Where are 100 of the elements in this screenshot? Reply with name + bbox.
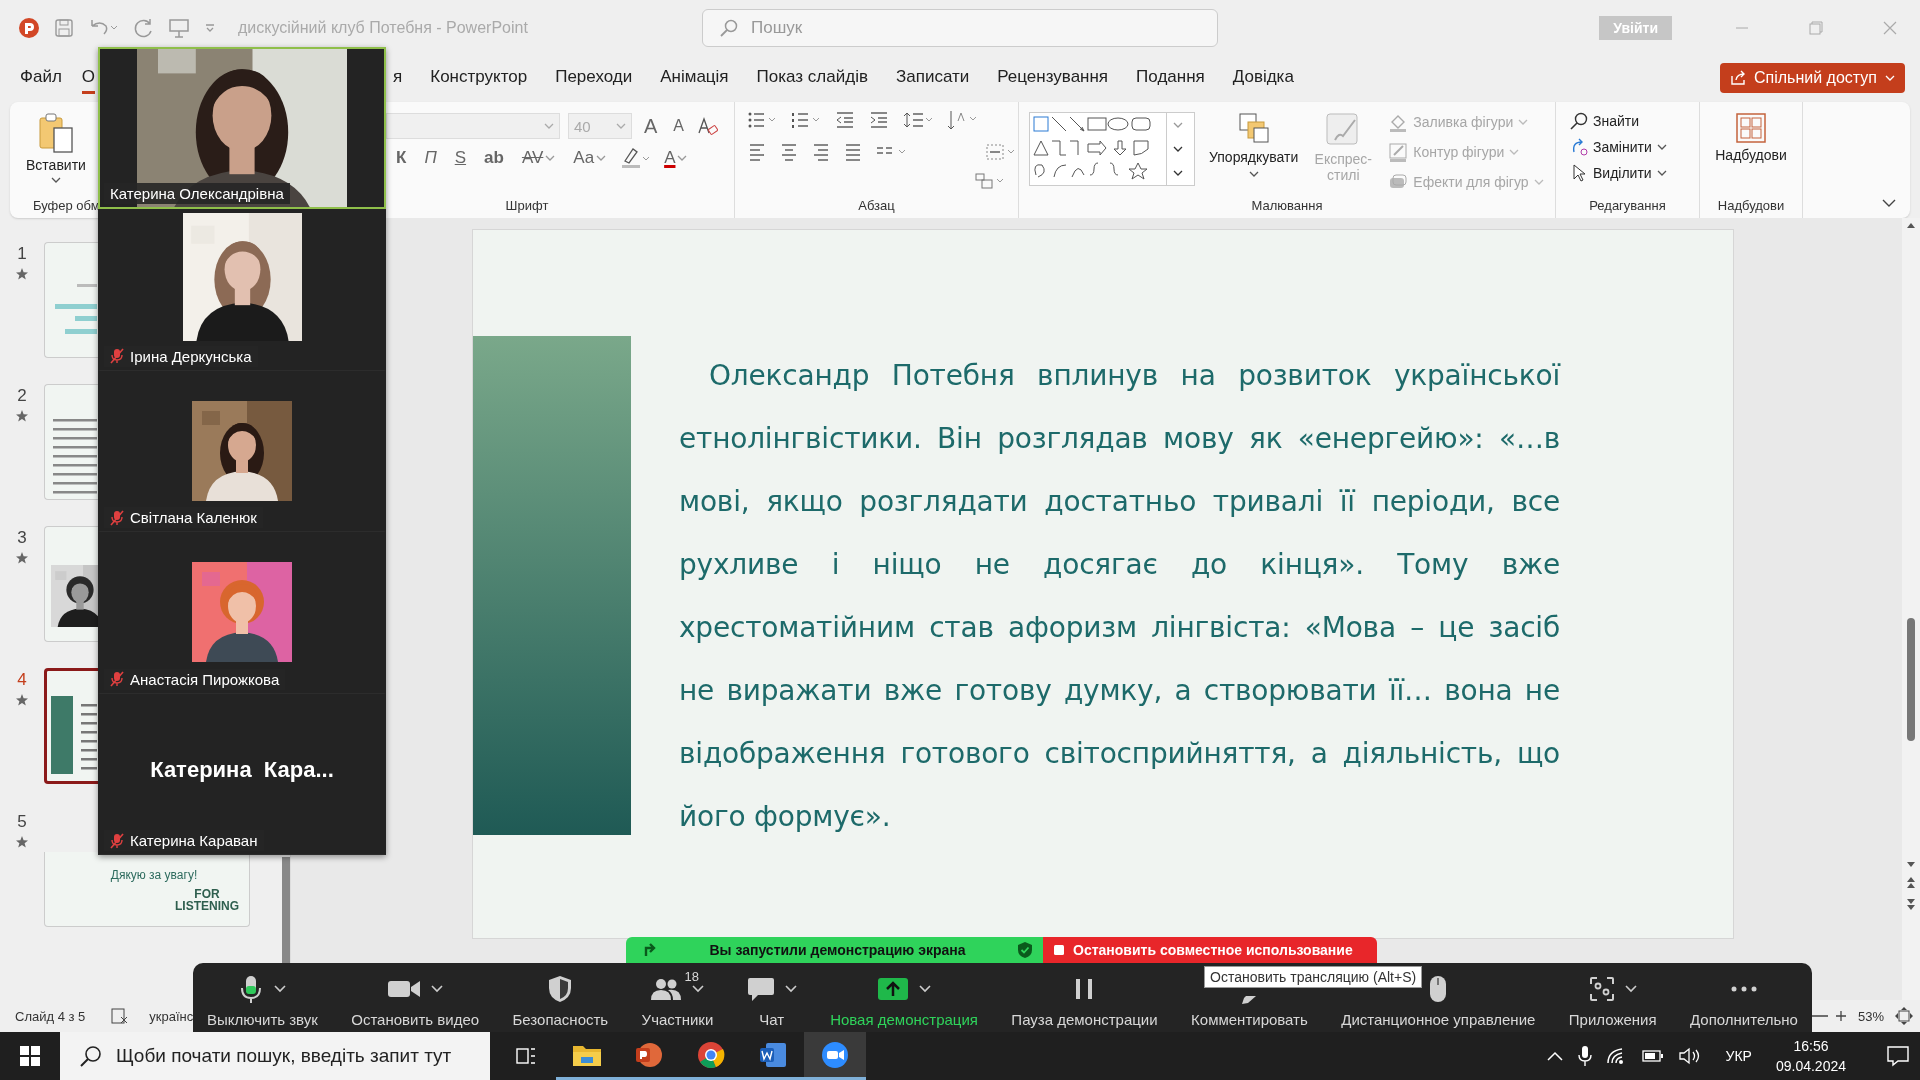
pencil-outline-icon (1388, 142, 1409, 162)
thumbnail-text: FOR LISTENING (174, 888, 240, 912)
replace-button[interactable]: Замінити (1568, 136, 1699, 158)
shield-icon (548, 975, 573, 1003)
font-color-button[interactable]: A (660, 148, 692, 168)
participant-name: Світлана Каленюк (130, 509, 257, 527)
slide-thumbnail[interactable]: Дякую за увагу! FOR LISTENING (44, 852, 250, 927)
select-button[interactable]: Виділити (1568, 162, 1699, 184)
font-name-field[interactable] (386, 113, 560, 139)
taskbar-search-field[interactable]: Щоби почати пошук, введіть запит тут (60, 1032, 490, 1080)
zoom-slider-icon[interactable] (1811, 1008, 1848, 1024)
caret-icon[interactable] (50, 176, 61, 184)
thumbnail-text: Дякую за увагу! (109, 868, 199, 882)
slide-thumbnail[interactable] (44, 668, 98, 784)
align-text-icon[interactable] (985, 142, 1015, 162)
ribbon-tab[interactable]: Довідка (1232, 62, 1294, 94)
toolbar-button[interactable]: Безопасность (510, 963, 611, 1032)
notifications-icon[interactable] (1886, 1045, 1910, 1067)
task-view-icon[interactable] (515, 1046, 537, 1066)
caret-icon[interactable] (1656, 169, 1667, 177)
slide-counter: Слайд 4 з 5 (15, 1008, 86, 1024)
toolbar-button[interactable]: Остановить видео (349, 963, 482, 1032)
participant-tile[interactable]: Світлана Каленюк (98, 370, 386, 533)
align-left-icon[interactable] (747, 142, 767, 162)
group-label: Абзац (857, 197, 896, 215)
font-style-button[interactable]: К (392, 148, 411, 168)
input-language[interactable]: УКР (1725, 1048, 1752, 1064)
participant-tile[interactable]: Катерина Олександрівна (98, 47, 386, 210)
caret-icon[interactable] (1656, 143, 1667, 151)
fit-slide-icon[interactable] (1894, 1006, 1914, 1026)
decrease-indent-icon[interactable] (835, 110, 855, 130)
participant-tile[interactable]: Ірина Деркунська (98, 209, 386, 371)
grow-font-button[interactable]: A (640, 114, 662, 138)
scrollbar-thumb[interactable] (282, 857, 290, 963)
arrange-icon (1237, 112, 1270, 144)
toolbar-button[interactable]: Дополнительно (1688, 963, 1800, 1032)
text-direction-icon[interactable] (947, 109, 977, 131)
line-spacing-icon[interactable] (903, 110, 933, 130)
slide-paragraph: Олександр Потебня вплинув на розвиток української етнолінгвістики. Він розглядав мову як «енергейю»: «…в мові, якщо розглядати достатньо тривалі її періоди, все рухливе і ніщо не досягає до кінця». Тому вже хрестоматійним став афоризм лінгвіста: «Мова – це засіб не виражати вже готову думку, а створювати її… вона не відображення готового світосприйняття, а діяльність, що його формує». (679, 358, 1560, 835)
ribbon-tab[interactable]: Подання (1136, 62, 1205, 94)
align-center-icon[interactable] (779, 142, 799, 162)
collapse-ribbon-icon[interactable] (1882, 198, 1896, 208)
zoom-level[interactable]: 53% (1857, 1008, 1884, 1024)
notes-check-icon[interactable] (111, 1008, 130, 1024)
increase-indent-icon[interactable] (869, 110, 889, 130)
toolbar-button[interactable]: Новая демонстрация (828, 963, 980, 1032)
ribbon-tab[interactable]: О (81, 62, 96, 94)
ribbon-tab[interactable]: Переходи (555, 62, 633, 94)
ribbon-tab[interactable]: я (393, 62, 403, 94)
toolbar-button[interactable]: Чат (744, 963, 799, 1032)
justify-icon[interactable] (843, 142, 863, 162)
text-lines-drawing (55, 284, 97, 334)
font-style-button[interactable]: ab (480, 148, 508, 168)
toolbar-button[interactable]: Пауза демонстрации (1009, 963, 1160, 1032)
clear-formatting-icon[interactable] (696, 115, 718, 137)
shrink-font-button[interactable]: A (669, 117, 688, 135)
font-style-button[interactable]: П (420, 148, 441, 168)
taskbar-app-button[interactable] (804, 1032, 866, 1080)
numbering-icon[interactable] (791, 110, 821, 130)
search-field[interactable]: Пошук (702, 9, 1218, 47)
toolbar-button[interactable]: 18 Участники (639, 963, 716, 1032)
toolbar-button[interactable]: Приложения (1566, 963, 1659, 1032)
paste-button[interactable]: Вставити (20, 110, 92, 194)
find-button[interactable]: Знайти (1568, 110, 1699, 132)
font-style-button[interactable]: AV (517, 148, 560, 168)
presentation-app-icon (634, 1040, 664, 1069)
ribbon-tab[interactable]: Анімація (660, 62, 729, 94)
highlighter-icon[interactable] (620, 147, 651, 169)
star-icon (16, 552, 28, 564)
ribbon-tab[interactable]: Показ слайдів (756, 62, 868, 94)
chevron-up-icon[interactable] (1545, 1050, 1564, 1062)
arrange-button[interactable]: Упорядкувати (1201, 110, 1307, 194)
stop-sharing-button[interactable]: Остановить совместное использование (1043, 937, 1377, 963)
font-style-button[interactable]: Aa (569, 148, 611, 168)
share-button[interactable]: Спільний доступ (1720, 63, 1905, 93)
microphone-icon[interactable] (1577, 1045, 1592, 1067)
toolbar-button[interactable]: Выключить звук (205, 963, 320, 1032)
font-style-button[interactable]: S (450, 148, 471, 168)
clock[interactable]: 16:56 09.04.2024 (1775, 1036, 1846, 1076)
add-ins-button[interactable]: Надбудови (1709, 110, 1793, 194)
scrollbar-thumb[interactable] (1907, 618, 1915, 741)
battery-icon[interactable] (1641, 1049, 1664, 1063)
volume-icon[interactable] (1677, 1047, 1702, 1065)
shield-check-icon (1017, 941, 1033, 959)
ribbon-tab[interactable]: Конструктор (430, 62, 528, 94)
participant-tile[interactable]: Катерина Кара... Катерина Караван (98, 693, 386, 856)
smartart-icon[interactable] (974, 171, 1004, 191)
sharing-status: Вы запустили демонстрацию экрана (709, 942, 966, 958)
align-right-icon[interactable] (811, 142, 831, 162)
bullets-icon[interactable] (747, 110, 777, 130)
language-status[interactable]: українс (149, 1008, 194, 1024)
caret-icon[interactable] (1248, 170, 1259, 178)
ribbon-tab[interactable]: Записати (895, 62, 970, 94)
ribbon-tab[interactable]: Рецензування (997, 62, 1109, 94)
participant-tile[interactable]: Анастасія Пирожкова (98, 532, 386, 694)
ribbon-tab[interactable]: Файл (20, 62, 62, 94)
caret-icon[interactable] (1173, 145, 1183, 153)
caret-icon[interactable] (1173, 169, 1183, 177)
participant-display-name: Катерина Кара... (150, 756, 334, 783)
participant-count: 18 (684, 969, 699, 984)
